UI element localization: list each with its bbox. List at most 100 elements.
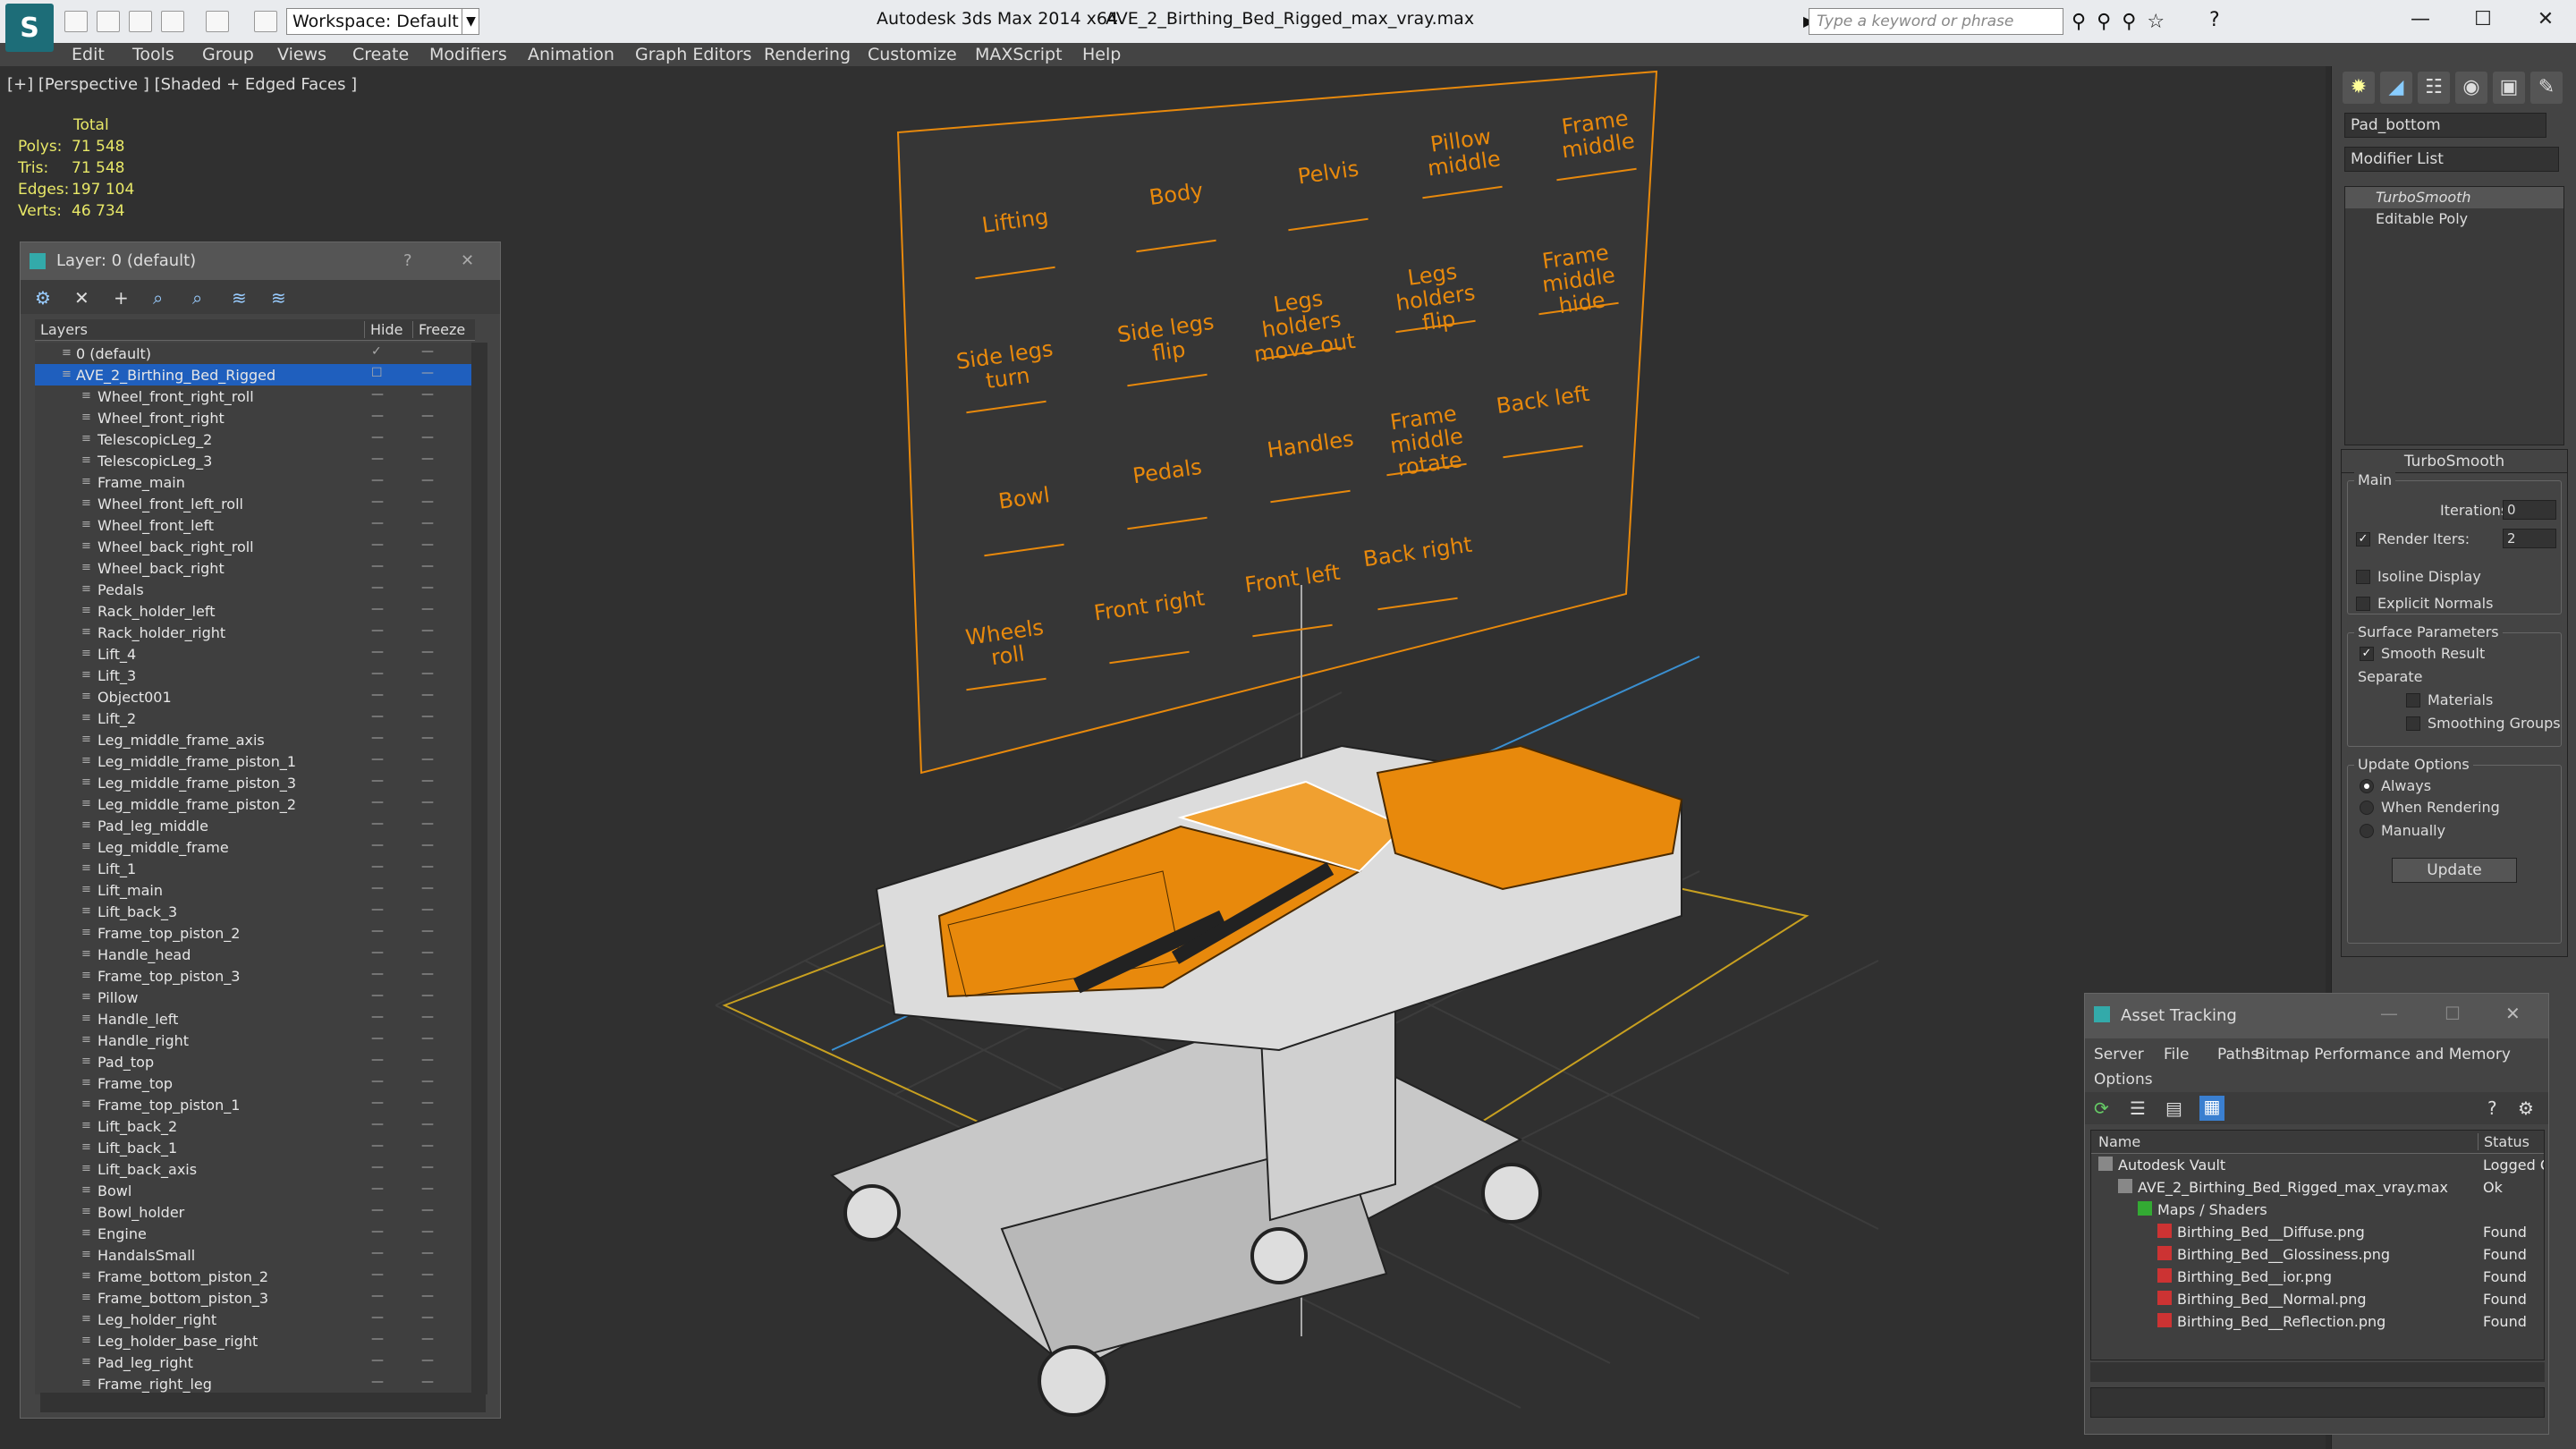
freeze-toggle[interactable]: — <box>421 623 434 638</box>
freeze-toggle[interactable]: — <box>421 366 434 380</box>
freeze-toggle[interactable]: — <box>421 838 434 852</box>
freeze-toggle[interactable]: — <box>421 666 434 681</box>
freeze-toggle[interactable]: — <box>421 559 434 573</box>
iterations-spinner[interactable]: 0 <box>2503 500 2556 520</box>
freeze-toggle[interactable]: — <box>421 1353 434 1368</box>
layer-row[interactable]: ≡ Leg_middle_frame_piston_3 — — <box>35 772 475 793</box>
freeze-toggle[interactable]: — <box>421 1182 434 1196</box>
layer-row[interactable]: ≡ TelescopicLeg_2 — — <box>35 428 475 450</box>
layer-row[interactable]: ≡ Lift_back_axis — — <box>35 1158 475 1180</box>
create-tab-icon[interactable]: ✹ <box>2343 72 2375 104</box>
hide-toggle[interactable]: — <box>371 860 384 874</box>
chevron-down-icon[interactable]: ▼ <box>462 8 479 35</box>
asset-menu-server[interactable]: Server <box>2094 1046 2144 1063</box>
refresh-icon[interactable]: ⟳ <box>2094 1097 2109 1119</box>
object-name-field[interactable]: Pad_bottom <box>2344 113 2546 138</box>
layer-row[interactable]: ≡ Object001 — — <box>35 686 475 708</box>
redo-icon[interactable] <box>206 11 229 32</box>
freeze-toggle[interactable]: — <box>421 1053 434 1067</box>
asset-menu-bitmap[interactable]: Bitmap Performance and Memory <box>2255 1046 2511 1063</box>
freeze-toggle[interactable]: — <box>421 645 434 659</box>
freeze-toggle[interactable]: — <box>421 1375 434 1389</box>
stack-item-editable-poly[interactable]: Editable Poly <box>2345 208 2563 230</box>
freeze-toggle[interactable]: — <box>421 1074 434 1089</box>
layer-row[interactable]: ≡ Pillow — — <box>35 987 475 1008</box>
asset-menu-file[interactable]: File <box>2164 1046 2189 1063</box>
close-icon[interactable]: ✕ <box>2505 1003 2521 1024</box>
when-rendering-radio[interactable] <box>2360 801 2374 815</box>
freeze-toggle[interactable]: — <box>421 988 434 1003</box>
freeze-toggle[interactable]: — <box>421 516 434 530</box>
hide-toggle[interactable]: — <box>371 580 384 595</box>
freeze-toggle[interactable]: — <box>421 452 434 466</box>
asset-row[interactable]: Birthing_Bed__Glossiness.png Found <box>2091 1243 2544 1266</box>
hide-toggle[interactable]: — <box>371 409 384 423</box>
layer-row[interactable]: ≡ Frame_right_leg — — <box>35 1373 475 1394</box>
hide-toggle[interactable]: ✓ <box>371 344 382 359</box>
layer-row[interactable]: ≡ Lift_1 — — <box>35 858 475 879</box>
hide-toggle[interactable]: — <box>371 473 384 487</box>
menu-edit[interactable]: Edit <box>72 45 105 64</box>
minimize-icon[interactable]: — <box>2394 4 2447 36</box>
layer-settings-icon[interactable]: ⚙ <box>35 287 56 309</box>
hide-toggle[interactable]: — <box>371 752 384 767</box>
menu-help[interactable]: Help <box>1082 45 1121 64</box>
hide-toggle[interactable]: — <box>371 1310 384 1325</box>
layer-vertical-scrollbar[interactable] <box>471 343 487 1394</box>
layer-row[interactable]: ≡ Wheel_back_right — — <box>35 557 475 579</box>
motion-tab-icon[interactable]: ◉ <box>2455 72 2487 104</box>
freeze-toggle[interactable]: — <box>421 1203 434 1217</box>
layer-row[interactable]: ≡ HandalsSmall — — <box>35 1244 475 1266</box>
hide-toggle[interactable]: — <box>371 666 384 681</box>
freeze-toggle[interactable]: — <box>421 1224 434 1239</box>
layer-row[interactable]: ≡ Leg_middle_frame — — <box>35 836 475 858</box>
layer-row[interactable]: ≡ Lift_back_3 — — <box>35 901 475 922</box>
freeze-toggle[interactable]: — <box>421 795 434 809</box>
freeze-toggle[interactable]: — <box>421 538 434 552</box>
hide-toggle[interactable]: — <box>371 1031 384 1046</box>
layer-row[interactable]: ≡ Wheel_back_right_roll — — <box>35 536 475 557</box>
modify-tab-icon[interactable]: ◢ <box>2380 72 2412 104</box>
freeze-toggle[interactable]: — <box>421 688 434 702</box>
maximize-icon[interactable]: ☐ <box>2445 1003 2461 1024</box>
freeze-all-icon[interactable]: ≋ <box>271 287 292 309</box>
asset-row[interactable]: Birthing_Bed__Normal.png Found <box>2091 1288 2544 1310</box>
hide-toggle[interactable]: — <box>371 945 384 960</box>
layer-row[interactable]: ≡ Wheel_front_right_roll — — <box>35 386 475 407</box>
hide-toggle[interactable]: — <box>371 1353 384 1368</box>
manually-radio[interactable] <box>2360 824 2374 838</box>
freeze-toggle[interactable]: — <box>421 602 434 616</box>
hide-toggle[interactable]: — <box>371 516 384 530</box>
freeze-toggle[interactable]: — <box>421 731 434 745</box>
freeze-toggle[interactable]: — <box>421 1139 434 1153</box>
layer-row[interactable]: ≡ Engine — — <box>35 1223 475 1244</box>
hide-toggle[interactable]: — <box>371 387 384 402</box>
col-freeze[interactable]: Freeze <box>412 321 465 338</box>
layer-row[interactable]: ≡ Wheel_front_right — — <box>35 407 475 428</box>
layer-row[interactable]: ≡ Frame_top_piston_3 — — <box>35 965 475 987</box>
hide-toggle[interactable]: — <box>371 967 384 981</box>
hide-toggle[interactable]: — <box>371 452 384 466</box>
layer-row[interactable]: ≡ Bowl_holder — — <box>35 1201 475 1223</box>
asset-row[interactable]: Maps / Shaders <box>2091 1199 2544 1221</box>
freeze-toggle[interactable]: — <box>421 344 434 359</box>
hide-toggle[interactable]: — <box>371 1053 384 1067</box>
open-file-icon[interactable] <box>97 11 120 32</box>
hide-toggle[interactable]: — <box>371 1096 384 1110</box>
modifier-stack[interactable]: TurboSmooth Editable Poly <box>2344 186 2564 445</box>
menu-create[interactable]: Create <box>352 45 409 64</box>
hide-toggle[interactable]: — <box>371 731 384 745</box>
hide-toggle[interactable]: — <box>371 1182 384 1196</box>
layer-list[interactable]: ≡ 0 (default) ✓ — ≡ AVE_2_Birthing_Bed_Rigged… <box>35 343 475 1394</box>
freeze-toggle[interactable]: — <box>421 881 434 895</box>
asset-menu-options[interactable]: Options <box>2094 1071 2153 1089</box>
layer-row[interactable]: ≡ Wheel_front_left_roll — — <box>35 493 475 514</box>
hide-toggle[interactable]: — <box>371 1332 384 1346</box>
close-icon[interactable]: ✕ <box>2519 4 2572 36</box>
help-icon[interactable]: ? <box>403 251 412 270</box>
modifier-list-dropdown[interactable]: Modifier List <box>2344 147 2559 172</box>
layer-row[interactable]: ≡ Leg_holder_base_right — — <box>35 1330 475 1352</box>
asset-row[interactable]: Birthing_Bed__Diffuse.png Found <box>2091 1221 2544 1243</box>
layer-row[interactable]: ≡ Pad_top — — <box>35 1051 475 1072</box>
layer-panel-title[interactable]: Layer: 0 (default) ? ✕ <box>21 242 500 280</box>
